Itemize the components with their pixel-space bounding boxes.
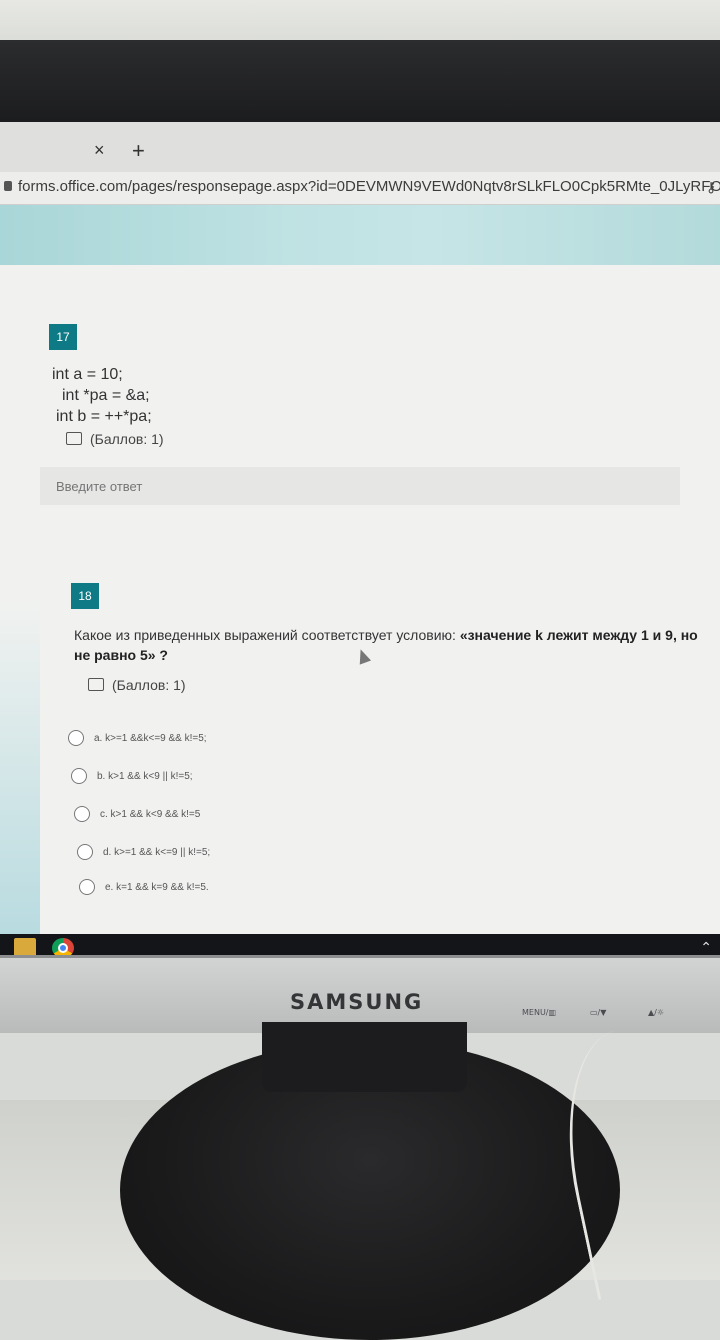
question-18-number: 18 (71, 583, 99, 609)
close-icon[interactable]: × (94, 140, 105, 161)
code-line-1: int a = 10; (52, 366, 123, 383)
option-d[interactable]: d. k>=1 && k<=9 || k!=5; (77, 841, 210, 863)
radio-button[interactable] (77, 844, 93, 860)
option-e[interactable]: e. k=1 && k=9 && k!=5. (79, 876, 209, 898)
plus-icon[interactable]: + (132, 138, 145, 164)
code-line-2: int *pa = &a; (62, 387, 150, 404)
monitor-brand-logo: SAMSUNG (290, 990, 424, 1014)
answer-field[interactable] (40, 467, 680, 505)
points-text: (Баллов: 1) (90, 431, 164, 447)
points-icon (66, 432, 82, 445)
chevron-up-icon[interactable]: ⌃ (700, 939, 712, 956)
monitor-source-button: ▭/▼ (590, 1008, 607, 1017)
url-text[interactable]: forms.office.com/pages/responsepage.aspx… (18, 178, 720, 195)
monitor-bezel-top (0, 40, 720, 130)
question-17-points: (Баллов: 1) (66, 431, 164, 447)
monitor-menu-button: MENU/▥ (522, 1008, 557, 1017)
question-18-points: (Баллов: 1) (88, 677, 186, 693)
question-17-number: 17 (49, 324, 77, 350)
question-text-plain: Какое из приведенных выражений соответст… (74, 627, 460, 643)
radio-button[interactable] (68, 730, 84, 746)
option-a[interactable]: a. k>=1 &&k<=9 && k!=5; (68, 727, 207, 749)
monitor-brightness-button: ▲/☼ (648, 1008, 665, 1017)
monitor-screen: × + forms.office.com/pages/responsepage.… (0, 122, 720, 960)
option-b[interactable]: b. k>1 && k<9 || k!=5; (71, 765, 193, 787)
browser-tab-bar: × + (0, 122, 720, 172)
points-text: (Баллов: 1) (112, 677, 186, 693)
code-line-3: int b = ++*pa; (56, 408, 152, 425)
monitor-stand-neck (262, 1022, 467, 1092)
points-icon (88, 678, 104, 691)
key-icon[interactable]: ⚷ (706, 179, 716, 196)
option-label: a. k>=1 &&k<=9 && k!=5; (94, 732, 207, 744)
radio-button[interactable] (71, 768, 87, 784)
radio-button[interactable] (79, 879, 95, 895)
lock-icon (4, 181, 12, 191)
option-c[interactable]: c. k>1 && k<9 && k!=5 (74, 803, 200, 825)
screen-edge-glow (0, 265, 40, 937)
question-18-text: Какое из приведенных выражений соответст… (74, 625, 704, 665)
address-bar[interactable]: forms.office.com/pages/responsepage.aspx… (0, 172, 720, 205)
option-label: d. k>=1 && k<=9 || k!=5; (103, 846, 211, 858)
radio-button[interactable] (74, 806, 90, 822)
option-label: b. k>1 && k<9 || k!=5; (97, 770, 193, 782)
form-header-banner (0, 205, 720, 265)
option-label: e. k=1 && k=9 && k!=5. (105, 881, 209, 893)
option-label: c. k>1 && k<9 && k!=5 (100, 808, 201, 820)
